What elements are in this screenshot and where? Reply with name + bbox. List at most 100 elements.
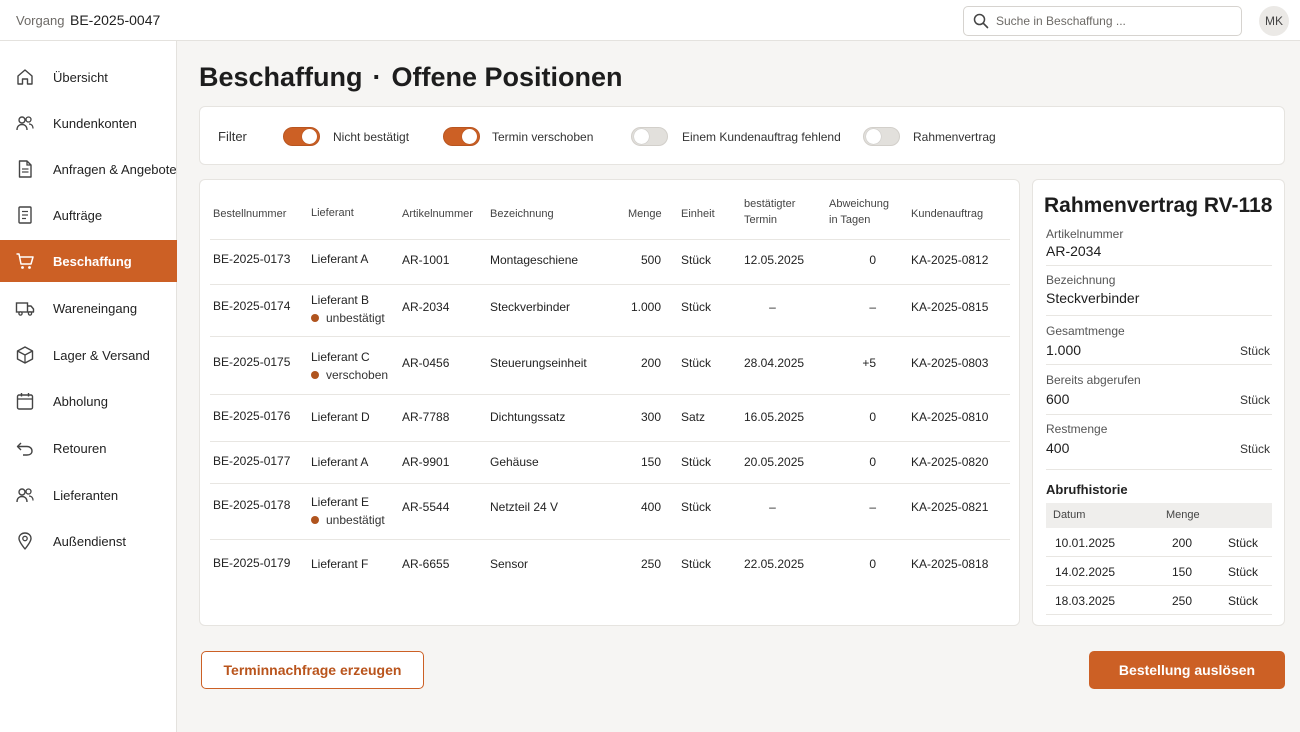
status-text: unbestätigt — [326, 513, 385, 527]
cell-abweichung: 0 — [869, 410, 876, 424]
header-artikelnummer[interactable]: Artikelnummer — [402, 206, 473, 222]
history-menge: 250 — [1172, 594, 1193, 608]
header-bezeichnung[interactable]: Bezeichnung — [490, 206, 554, 222]
gesamtmenge-unit: Stück — [1239, 344, 1270, 358]
cell-bezeichnung: Montageschiene — [490, 253, 579, 267]
cell-menge: 1.000 — [630, 300, 661, 314]
history-row: 18.03.2025 250 Stück — [1046, 586, 1272, 615]
page-title-main: Beschaffung — [199, 62, 363, 92]
cell-kundenauftrag[interactable]: KA-2025-0810 — [911, 410, 988, 424]
cell-kundenauftrag[interactable]: KA-2025-0821 — [911, 500, 988, 514]
cell-einheit: Stück — [681, 557, 712, 571]
cell-lieferant: Lieferant A — [311, 252, 369, 266]
cell-einheit: Satz — [681, 410, 706, 424]
sidebar-item-auftraege[interactable]: Aufträge — [0, 194, 177, 236]
cell-kundenauftrag[interactable]: KA-2025-0803 — [911, 356, 988, 370]
cell-lieferant: Lieferant D — [311, 410, 370, 424]
header-kundenauftrag[interactable]: Kundenauftrag — [911, 206, 983, 222]
search-box[interactable] — [963, 6, 1242, 36]
request-date-button[interactable]: Terminnachfrage erzeugen — [201, 651, 424, 689]
cell-artikelnummer: AR-1001 — [402, 253, 450, 267]
sidebar-item-label: Anfragen & Angebote — [53, 162, 177, 177]
cell-bestellnummer[interactable]: BE-2025-0175 — [213, 355, 290, 369]
history-title: Abrufhistorie — [1046, 482, 1128, 497]
user-avatar[interactable]: MK — [1259, 6, 1289, 36]
row-divider — [210, 284, 1010, 285]
history-menge: 150 — [1172, 565, 1193, 579]
sidebar-item-retouren[interactable]: Retouren — [0, 427, 177, 469]
cell-lieferant: Lieferant E — [311, 495, 370, 509]
header-termin[interactable]: bestätigter Termin — [744, 196, 795, 228]
home-icon — [17, 69, 33, 85]
page-title: Beschaffung · Offene Positionen — [199, 62, 623, 93]
sidebar-item-beschaffung[interactable]: Beschaffung — [0, 240, 177, 282]
row-divider — [210, 394, 1010, 395]
cell-abweichung: +5 — [862, 356, 876, 370]
row-divider — [210, 441, 1010, 442]
toggle-nicht-bestaetigt[interactable] — [283, 127, 320, 146]
header-abweichung[interactable]: Abweichung in Tagen — [829, 196, 889, 228]
sidebar-item-abholung[interactable]: Abholung — [0, 380, 177, 422]
cell-bestellnummer[interactable]: BE-2025-0179 — [213, 556, 290, 570]
header-bestellnummer[interactable]: Bestellnummer — [213, 206, 286, 222]
header-menge[interactable]: Menge — [628, 206, 662, 222]
cell-kundenauftrag[interactable]: KA-2025-0815 — [911, 300, 988, 314]
cell-bestellnummer[interactable]: BE-2025-0173 — [213, 252, 290, 266]
cell-bestellnummer[interactable]: BE-2025-0176 — [213, 409, 290, 423]
history-row: 14.02.2025 150 Stück — [1046, 557, 1272, 586]
sidebar-item-label: Aufträge — [53, 208, 103, 223]
cell-abweichung: – — [869, 300, 876, 314]
sidebar-item-anfragen[interactable]: Anfragen & Angebote — [0, 148, 177, 190]
cell-bezeichnung: Sensor — [490, 557, 529, 571]
sidebar-item-lager[interactable]: Lager & Versand — [0, 334, 177, 376]
cell-bezeichnung: Steuerungseinheit — [490, 356, 587, 370]
cell-termin: – — [769, 500, 776, 514]
divider — [1046, 414, 1272, 415]
place-order-button[interactable]: Bestellung auslösen — [1089, 651, 1285, 689]
cell-einheit: Stück — [681, 500, 712, 514]
search-input[interactable] — [996, 12, 1232, 30]
cell-einheit: Stück — [681, 253, 712, 267]
cell-artikelnummer: AR-0456 — [402, 356, 450, 370]
framework-contract-panel: Rahmenvertrag RV-118 Artikelnummer AR-20… — [1032, 179, 1285, 626]
cell-kundenauftrag[interactable]: KA-2025-0818 — [911, 557, 988, 571]
toggle-rahmenvertrag[interactable] — [863, 127, 900, 146]
sidebar-item-lieferanten[interactable]: Lieferanten — [0, 474, 177, 516]
toggle-knob — [866, 129, 881, 144]
cell-artikelnummer: AR-2034 — [402, 300, 450, 314]
sidebar-item-aussendienst[interactable]: Außendienst — [0, 520, 177, 562]
sidebar-item-kundenkonten[interactable]: Kundenkonten — [0, 102, 177, 144]
cell-einheit: Stück — [681, 300, 712, 314]
toggle-termin-verschoben[interactable] — [443, 127, 480, 146]
restmenge-label: Restmenge — [1046, 422, 1108, 436]
cell-abweichung: 0 — [869, 253, 876, 267]
cart-icon — [16, 253, 34, 269]
cell-termin: 28.04.2025 — [744, 356, 805, 370]
document-icon — [18, 160, 32, 178]
sidebar-item-uebersicht[interactable]: Übersicht — [0, 56, 177, 98]
cell-artikelnummer: AR-6655 — [402, 557, 450, 571]
cell-kundenauftrag[interactable]: KA-2025-0820 — [911, 455, 988, 469]
toggle-kundenauftrag-fehlend[interactable] — [631, 127, 668, 146]
cell-menge: 300 — [640, 410, 661, 424]
status-dot — [311, 516, 319, 524]
sidebar-item-wareneingang[interactable]: Wareneingang — [0, 287, 177, 329]
cell-bestellnummer[interactable]: BE-2025-0177 — [213, 454, 290, 468]
divider — [1046, 315, 1272, 316]
history-einheit: Stück — [1228, 594, 1259, 608]
cell-kundenauftrag[interactable]: KA-2025-0812 — [911, 253, 988, 267]
cell-bestellnummer[interactable]: BE-2025-0174 — [213, 299, 290, 313]
cell-bezeichnung: Steckverbinder — [490, 300, 571, 314]
header-abweichung-line1: Abweichung — [829, 198, 889, 210]
history-row: 10.01.2025 200 Stück — [1046, 528, 1272, 557]
header-einheit[interactable]: Einheit — [681, 206, 715, 222]
cell-termin: 22.05.2025 — [744, 557, 805, 571]
sidebar-item-label: Lager & Versand — [53, 348, 150, 363]
sidebar-item-label: Außendienst — [53, 534, 126, 549]
cell-bestellnummer[interactable]: BE-2025-0178 — [213, 498, 290, 512]
sidebar-item-label: Übersicht — [53, 70, 108, 85]
cell-abweichung: 0 — [869, 557, 876, 571]
header-lieferant[interactable]: Lieferant — [311, 205, 354, 221]
cell-menge: 250 — [640, 557, 661, 571]
status-dot — [311, 371, 319, 379]
